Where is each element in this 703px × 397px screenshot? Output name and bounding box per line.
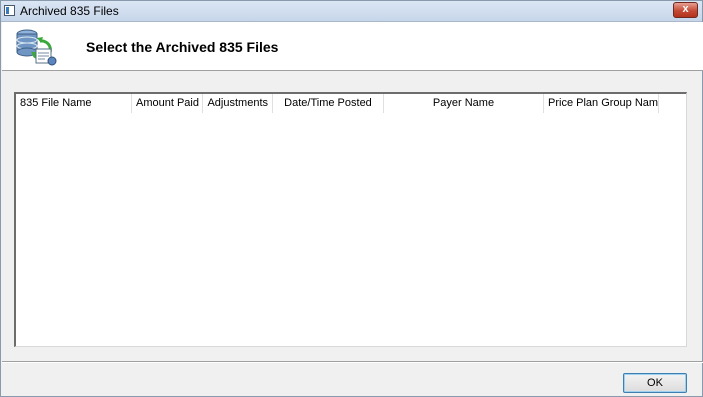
title-bar[interactable]: Archived 835 Files x (1, 1, 702, 22)
window-icon (4, 5, 15, 16)
column-header-payer-name[interactable]: Payer Name (384, 94, 544, 113)
footer-divider (2, 361, 703, 363)
dialog-header: Select the Archived 835 Files (2, 22, 703, 71)
column-header-date-time-posted[interactable]: Date/Time Posted (273, 94, 384, 113)
window-title: Archived 835 Files (20, 4, 119, 18)
column-header-price-plan-group-name[interactable]: Price Plan Group Name (544, 94, 659, 113)
database-refresh-icon (16, 29, 57, 66)
page-title: Select the Archived 835 Files (86, 39, 279, 55)
list-column-headers: 835 File Name Amount Paid Adjustments Da… (16, 94, 686, 113)
archived-files-list[interactable]: 835 File Name Amount Paid Adjustments Da… (14, 92, 687, 347)
dialog-window: Archived 835 Files x Select the Archived… (0, 0, 703, 397)
column-header-adjustments[interactable]: Adjustments (203, 94, 273, 113)
column-header-file-name[interactable]: 835 File Name (16, 94, 132, 113)
close-button[interactable]: x (673, 2, 698, 18)
ok-button[interactable]: OK (623, 373, 687, 393)
column-header-amount-paid[interactable]: Amount Paid (132, 94, 203, 113)
